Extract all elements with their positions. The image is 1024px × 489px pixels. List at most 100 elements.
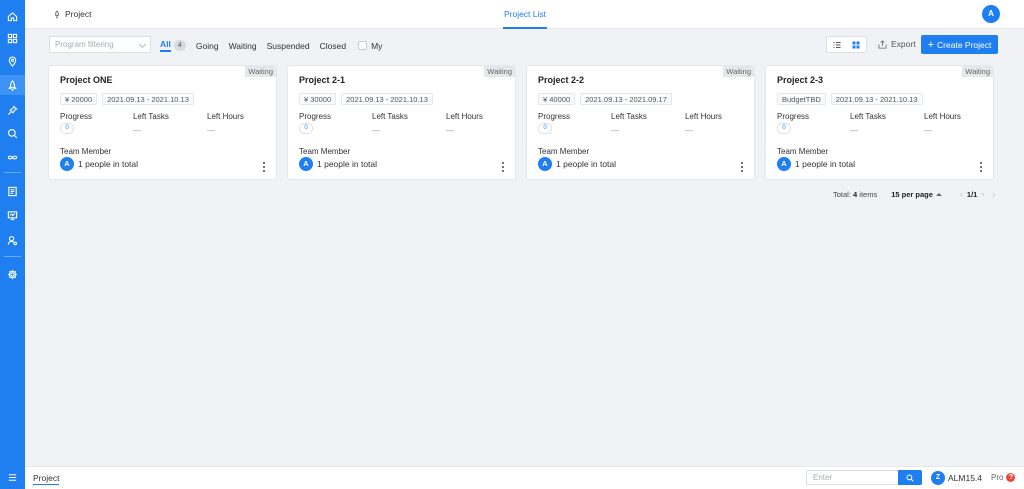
tab-going[interactable]: Going bbox=[196, 41, 219, 51]
progress-label: Progress bbox=[538, 112, 571, 121]
checkbox[interactable] bbox=[358, 41, 368, 50]
bottom-search-input[interactable]: Enter bbox=[806, 470, 898, 485]
sidebar-divider bbox=[4, 256, 21, 257]
pro-help[interactable]: Pro ? bbox=[991, 473, 1016, 482]
rocket-icon bbox=[55, 9, 59, 19]
left-tasks-label: Left Tasks bbox=[133, 112, 169, 121]
project-card[interactable]: Waiting Project 2-1 ¥ 30000 2021.09.13 -… bbox=[287, 65, 516, 180]
create-project-button[interactable]: + Create Project bbox=[921, 35, 998, 54]
page-indicator: 1/1 bbox=[966, 189, 978, 199]
pro-label: Pro bbox=[991, 473, 1004, 482]
left-hours-value: — bbox=[924, 126, 932, 135]
left-hours-value: — bbox=[685, 126, 693, 135]
left-tasks-value: — bbox=[611, 126, 619, 135]
prev-page-icon[interactable]: ‹ bbox=[960, 189, 963, 199]
infinity-icon[interactable] bbox=[0, 147, 25, 167]
team-member-label: Team Member bbox=[60, 147, 112, 156]
export-button[interactable]: Export bbox=[878, 39, 916, 49]
budget-chip: ¥ 30000 bbox=[299, 93, 337, 105]
progress-value: 0 bbox=[60, 123, 74, 134]
per-page-label: 15 per page bbox=[891, 189, 933, 199]
user-avatar[interactable]: A bbox=[982, 5, 1000, 23]
grid-icon bbox=[852, 41, 860, 48]
tab-project-list[interactable]: Project List bbox=[503, 0, 547, 29]
menu-icon[interactable] bbox=[0, 467, 25, 487]
more-options-icon[interactable] bbox=[262, 162, 266, 172]
sidebar-divider bbox=[4, 172, 21, 173]
status-badge: Waiting bbox=[962, 66, 993, 77]
left-tasks-label: Left Tasks bbox=[611, 112, 647, 121]
create-project-label: Create Project bbox=[937, 39, 992, 50]
member-count: 1 people in total bbox=[795, 159, 856, 169]
last-page-icon[interactable]: › bbox=[992, 189, 995, 199]
user-settings-icon[interactable] bbox=[0, 230, 25, 250]
bottom-tab-project[interactable]: Project bbox=[33, 473, 60, 485]
member-avatar: A bbox=[299, 157, 313, 171]
rocket-icon[interactable] bbox=[0, 75, 25, 95]
pin-icon[interactable] bbox=[0, 100, 25, 120]
left-hours-label: Left Hours bbox=[685, 112, 722, 121]
bottom-search-button[interactable] bbox=[898, 470, 922, 485]
project-card[interactable]: Waiting Project ONE ¥ 20000 2021.09.13 -… bbox=[48, 65, 277, 180]
home-icon[interactable] bbox=[0, 6, 25, 26]
tab-all[interactable]: All 4 bbox=[160, 39, 186, 52]
project-title[interactable]: Project 2-3 bbox=[777, 75, 823, 85]
version-label: ALM15.4 bbox=[948, 473, 983, 483]
progress-label: Progress bbox=[777, 112, 810, 121]
team-member-label: Team Member bbox=[777, 147, 829, 156]
per-page-select[interactable]: 15 per page bbox=[891, 190, 942, 199]
date-range-chip: 2021.09.13 - 2021.10.13 bbox=[830, 93, 923, 105]
left-hours-label: Left Hours bbox=[446, 112, 483, 121]
member-count: 1 people in total bbox=[556, 159, 617, 169]
status-tabs: All 4 Going Waiting Suspended Closed My bbox=[160, 39, 382, 52]
member-avatar: A bbox=[538, 157, 552, 171]
location-pin-icon[interactable] bbox=[0, 51, 25, 71]
my-label: My bbox=[371, 40, 383, 51]
progress-label: Progress bbox=[299, 112, 332, 121]
more-options-icon[interactable] bbox=[979, 162, 983, 172]
program-filter-select[interactable]: Program filtering bbox=[49, 36, 151, 53]
project-title[interactable]: Project 2-1 bbox=[299, 75, 345, 85]
tab-all-label: All bbox=[160, 39, 171, 52]
budget-chip: ¥ 40000 bbox=[538, 93, 576, 105]
left-tasks-value: — bbox=[850, 126, 858, 135]
project-title[interactable]: Project ONE bbox=[60, 75, 113, 85]
team-member-label: Team Member bbox=[538, 147, 590, 156]
progress-value: 0 bbox=[538, 123, 552, 134]
left-tasks-label: Left Tasks bbox=[372, 112, 408, 121]
date-range-chip: 2021.09.13 - 2021.10.13 bbox=[102, 93, 194, 105]
list-document-icon[interactable] bbox=[0, 181, 25, 201]
project-card[interactable]: Waiting Project 2-2 ¥ 40000 2021.09.13 -… bbox=[526, 65, 755, 180]
export-label: Export bbox=[891, 39, 916, 49]
caret-up-icon bbox=[935, 192, 942, 196]
tab-waiting[interactable]: Waiting bbox=[229, 41, 257, 51]
project-card[interactable]: Waiting Project 2-3 BudgetTBD 2021.09.13… bbox=[765, 65, 994, 180]
breadcrumb[interactable]: Project bbox=[53, 9, 91, 19]
more-options-icon[interactable] bbox=[740, 162, 744, 172]
top-bar: Project Project List A bbox=[25, 0, 1024, 29]
breadcrumb-label: Project bbox=[65, 9, 92, 19]
project-card-list: Waiting Project ONE ¥ 20000 2021.09.13 -… bbox=[48, 65, 994, 180]
progress-value: 0 bbox=[777, 123, 791, 134]
more-options-icon[interactable] bbox=[501, 162, 505, 172]
member-avatar: A bbox=[60, 157, 74, 171]
pagination: Total: 4 items 15 per page ‹ 1/1 › › bbox=[833, 189, 999, 199]
dashboard-grid-icon[interactable] bbox=[0, 28, 25, 48]
tab-suspended[interactable]: Suspended bbox=[267, 41, 310, 51]
member-count: 1 people in total bbox=[78, 159, 139, 169]
search-icon[interactable] bbox=[0, 123, 25, 143]
grid-view-button[interactable] bbox=[847, 37, 867, 52]
status-badge: Waiting bbox=[484, 66, 515, 77]
chevron-down-icon bbox=[138, 40, 147, 49]
tab-closed[interactable]: Closed bbox=[320, 41, 346, 51]
project-title[interactable]: Project 2-2 bbox=[538, 75, 584, 85]
next-page-icon[interactable]: › bbox=[981, 189, 984, 199]
gear-icon[interactable] bbox=[0, 264, 25, 284]
my-filter-checkbox[interactable]: My bbox=[358, 41, 382, 51]
left-hours-label: Left Hours bbox=[207, 112, 244, 121]
count-badge: 4 bbox=[173, 40, 186, 51]
list-view-button[interactable] bbox=[827, 37, 847, 52]
monitor-icon[interactable] bbox=[0, 205, 25, 225]
left-hours-value: — bbox=[207, 126, 215, 135]
sidebar bbox=[0, 0, 25, 489]
